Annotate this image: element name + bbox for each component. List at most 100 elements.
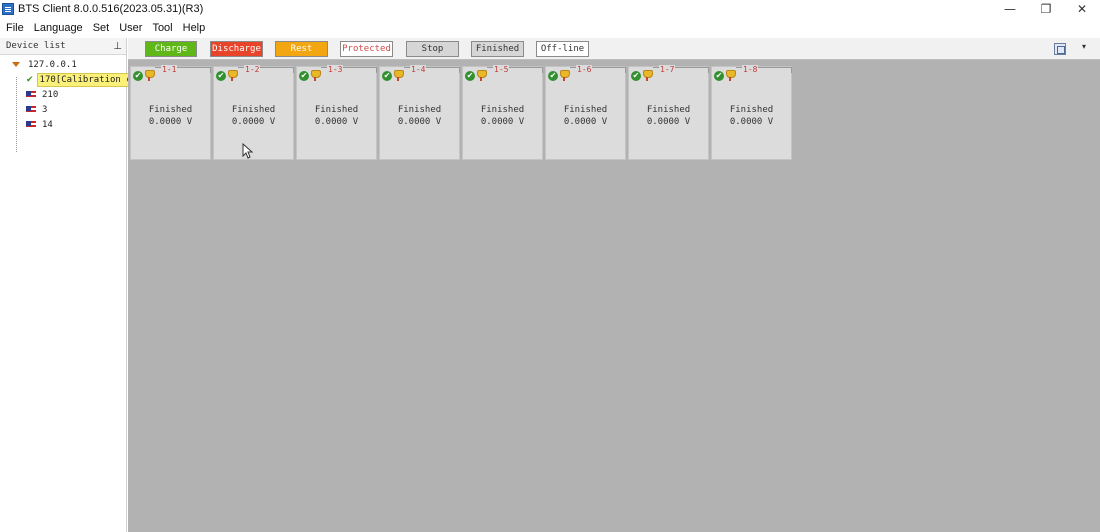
flag-icon xyxy=(26,120,36,129)
legend-discharge[interactable]: Discharge xyxy=(210,41,263,57)
channel-card[interactable]: ✔ 1-5 Finished 0.0000 V xyxy=(462,65,543,160)
channel-number: 1-2 xyxy=(244,65,261,74)
app-icon xyxy=(2,3,14,15)
chevron-down-icon[interactable]: ▾ xyxy=(1082,42,1086,51)
channel-status: Finished xyxy=(148,105,193,115)
plug-icon xyxy=(310,70,321,81)
channel-number: 1-7 xyxy=(659,65,676,74)
device-node-label: 170[Calibration c xyxy=(36,72,135,87)
title-bar: BTS Client 8.0.0.516(2023.05.31)(R3) — ❐… xyxy=(0,0,1100,18)
window-title: BTS Client 8.0.0.516(2023.05.31)(R3) xyxy=(18,3,204,15)
channel-voltage: 0.0000 V xyxy=(480,117,525,127)
device-list-header: Device list ⊥ xyxy=(0,38,126,55)
plug-icon xyxy=(144,70,155,81)
card-header: ✔ 1-2 xyxy=(214,65,294,83)
channel-card[interactable]: ✔ 1-4 Finished 0.0000 V xyxy=(379,65,460,160)
flag-icon xyxy=(26,90,36,99)
check-circle-icon: ✔ xyxy=(465,71,475,81)
channel-number: 1-1 xyxy=(161,65,178,74)
plug-icon xyxy=(227,70,238,81)
expand-arrow-icon[interactable] xyxy=(12,62,20,67)
channel-number: 1-6 xyxy=(576,65,593,74)
card-header: ✔ 1-6 xyxy=(546,65,626,83)
close-button[interactable]: ✕ xyxy=(1064,0,1100,18)
menu-set[interactable]: Set xyxy=(88,19,115,37)
channel-number: 1-3 xyxy=(327,65,344,74)
plug-icon xyxy=(476,70,487,81)
window-controls: — ❐ ✕ xyxy=(992,0,1100,18)
channel-voltage: 0.0000 V xyxy=(148,117,193,127)
channel-status: Finished xyxy=(314,105,359,115)
legend-stop[interactable]: Stop xyxy=(406,41,459,57)
card-header: ✔ 1-4 xyxy=(380,65,460,83)
tree-device-node[interactable]: ✔ 170[Calibration c xyxy=(0,72,135,87)
check-circle-icon: ✔ xyxy=(631,71,641,81)
device-list-panel: Device list ⊥ 127.0.0.1 ✔ 170[Calibratio… xyxy=(0,38,135,532)
check-circle-icon: ✔ xyxy=(299,71,309,81)
channel-voltage: 0.0000 V xyxy=(397,117,442,127)
channel-card[interactable]: ✔ 1-7 Finished 0.0000 V xyxy=(628,65,709,160)
plug-icon xyxy=(559,70,570,81)
view-toggle-icon[interactable] xyxy=(1054,43,1066,55)
tree-device-node[interactable]: 210 xyxy=(0,87,126,102)
root-node-label: 127.0.0.1 xyxy=(28,59,77,70)
legend-offline[interactable]: Off-line xyxy=(536,41,589,57)
channel-number: 1-8 xyxy=(742,65,759,74)
pin-icon[interactable]: ⊥ xyxy=(113,41,122,52)
channel-status: Finished xyxy=(480,105,525,115)
menu-user[interactable]: User xyxy=(114,19,147,37)
check-icon: ✔ xyxy=(26,74,34,85)
device-node-label: 14 xyxy=(42,119,53,130)
menu-help[interactable]: Help xyxy=(178,19,211,37)
mouse-cursor-icon xyxy=(242,143,254,159)
check-circle-icon: ✔ xyxy=(216,71,226,81)
channel-voltage: 0.0000 V xyxy=(231,117,276,127)
channel-status: Finished xyxy=(563,105,608,115)
device-node-label: 210 xyxy=(42,89,59,100)
channel-voltage: 0.0000 V xyxy=(646,117,691,127)
channel-status: Finished xyxy=(397,105,442,115)
check-circle-icon: ✔ xyxy=(133,71,143,81)
channel-card[interactable]: ✔ 1-6 Finished 0.0000 V xyxy=(545,65,626,160)
plug-icon xyxy=(642,70,653,81)
channel-view: Charge Discharge Rest Protected Stop Fin… xyxy=(128,38,1100,532)
check-circle-icon: ✔ xyxy=(382,71,392,81)
channel-card[interactable]: ✔ 1-8 Finished 0.0000 V xyxy=(711,65,792,160)
app-window: BTS Client 8.0.0.516(2023.05.31)(R3) — ❐… xyxy=(0,0,1100,532)
card-header: ✔ 1-5 xyxy=(463,65,543,83)
flag-icon xyxy=(26,105,36,114)
channel-status: Finished xyxy=(231,105,276,115)
card-header: ✔ 1-7 xyxy=(629,65,709,83)
card-header: ✔ 1-3 xyxy=(297,65,377,83)
channel-status: Finished xyxy=(729,105,774,115)
legend-finished[interactable]: Finished xyxy=(471,41,524,57)
channel-number: 1-4 xyxy=(410,65,427,74)
channel-voltage: 0.0000 V xyxy=(729,117,774,127)
channel-card[interactable]: ✔ 1-3 Finished 0.0000 V xyxy=(296,65,377,160)
channel-number: 1-5 xyxy=(493,65,510,74)
menu-file[interactable]: File xyxy=(0,19,29,37)
channel-voltage: 0.0000 V xyxy=(563,117,608,127)
tree-root-node[interactable]: 127.0.0.1 xyxy=(0,57,126,72)
legend-protected[interactable]: Protected xyxy=(340,41,393,57)
device-node-label: 3 xyxy=(42,104,48,115)
tree-device-node[interactable]: 14 xyxy=(0,117,126,132)
check-circle-icon: ✔ xyxy=(714,71,724,81)
device-tree: 127.0.0.1 ✔ 170[Calibration c 210 3 14 xyxy=(0,55,135,152)
tree-device-node[interactable]: 3 xyxy=(0,102,126,117)
plug-icon xyxy=(393,70,404,81)
status-legend-bar: Charge Discharge Rest Protected Stop Fin… xyxy=(128,38,1100,60)
check-circle-icon: ✔ xyxy=(548,71,558,81)
device-list-title: Device list xyxy=(6,41,66,51)
menu-language[interactable]: Language xyxy=(29,19,88,37)
minimize-button[interactable]: — xyxy=(992,0,1028,18)
restore-button[interactable]: ❐ xyxy=(1028,0,1064,18)
legend-charge[interactable]: Charge xyxy=(145,41,197,57)
card-header: ✔ 1-1 xyxy=(131,65,211,83)
channel-status: Finished xyxy=(646,105,691,115)
plug-icon xyxy=(725,70,736,81)
channel-card[interactable]: ✔ 1-1 Finished 0.0000 V xyxy=(130,65,211,160)
menu-tool[interactable]: Tool xyxy=(147,19,177,37)
card-header: ✔ 1-8 xyxy=(712,65,792,83)
legend-rest[interactable]: Rest xyxy=(275,41,328,57)
